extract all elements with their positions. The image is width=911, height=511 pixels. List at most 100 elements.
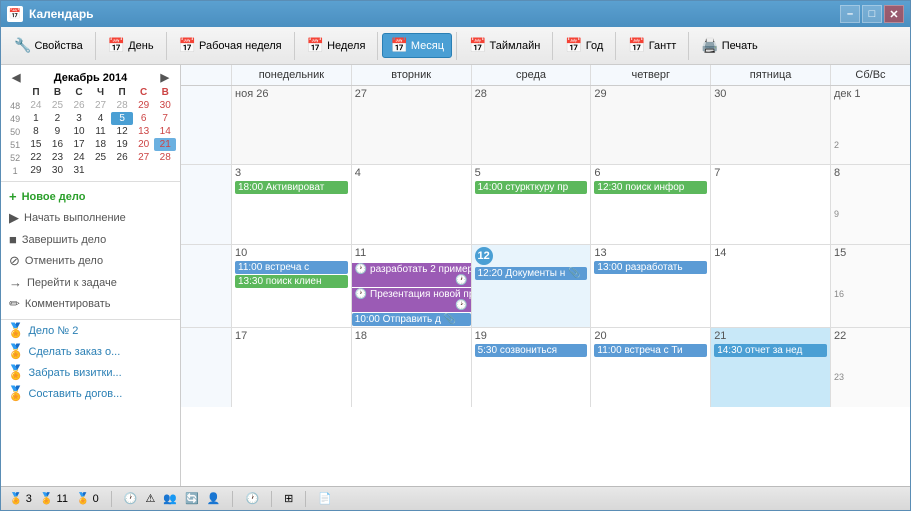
cal-day-8-9[interactable]: 8 9 (830, 165, 910, 243)
mini-day[interactable]: 25 (47, 99, 69, 112)
week-button[interactable]: 📅 Неделя (299, 33, 374, 58)
cal-day-22-23[interactable]: 22 23 (830, 328, 910, 407)
cal-day-21[interactable]: 21 14:30 отчет за нед (710, 328, 830, 407)
mini-day[interactable]: 10 (68, 125, 90, 138)
year-button[interactable]: 📅 Год (557, 33, 611, 58)
next-month-button[interactable]: ▶ (158, 71, 172, 84)
mini-day[interactable]: 15 (25, 138, 47, 151)
mini-day[interactable]: 3 (68, 112, 90, 125)
workweek-button[interactable]: 📅 Рабочая неделя (171, 33, 290, 58)
mini-day[interactable]: 24 (25, 99, 47, 112)
task-item-1[interactable]: 🏅 Дело № 2 (1, 320, 180, 341)
mini-day[interactable]: 20 (133, 138, 155, 151)
mini-day[interactable]: 28 (111, 99, 133, 112)
cal-event[interactable]: 11:00 встреча с Ти (594, 344, 707, 357)
cal-day-5[interactable]: 5 14:00 стуркткуру пр (471, 165, 591, 243)
mini-day[interactable]: 22 (25, 151, 47, 164)
cal-day-nov26[interactable]: ноя 26 (231, 86, 351, 164)
mini-day[interactable]: 9 (47, 125, 69, 138)
cal-day-nov30[interactable]: 30 (710, 86, 830, 164)
cal-day-14[interactable]: 14 (710, 245, 830, 327)
mini-day[interactable]: 26 (68, 99, 90, 112)
mini-day[interactable] (90, 164, 112, 177)
mini-day[interactable]: 4 (90, 112, 112, 125)
cal-event[interactable]: 10:00 Отправить д 📎 (352, 313, 471, 326)
cal-event[interactable]: 13:30 поиск клиен (235, 275, 348, 288)
cal-day-19[interactable]: 19 5:30 созвониться (471, 328, 591, 407)
cal-event[interactable]: 18:00 Активироват (235, 181, 348, 194)
cal-day-nov28[interactable]: 28 (471, 86, 591, 164)
mini-day[interactable]: 2 (47, 112, 69, 125)
mini-day[interactable]: 16 (47, 138, 69, 151)
mini-day[interactable]: 30 (154, 99, 176, 112)
cal-day-15-16[interactable]: 15 16 (830, 245, 910, 327)
cal-event[interactable]: 5:30 созвониться (475, 344, 588, 357)
print-button[interactable]: 🖨️ Печать (693, 33, 765, 58)
timeline-button[interactable]: 📅 Таймлайн (461, 33, 548, 58)
mini-day[interactable]: 29 (25, 164, 47, 177)
cal-day-nov29[interactable]: 29 (590, 86, 710, 164)
mini-day[interactable]: 7 (154, 112, 176, 125)
mini-day[interactable]: 27 (90, 99, 112, 112)
mini-day[interactable]: 11 (90, 125, 112, 138)
minimize-button[interactable]: – (840, 5, 860, 23)
mini-day[interactable]: 18 (90, 138, 112, 151)
mini-day[interactable]: 19 (111, 138, 133, 151)
mini-day[interactable]: 30 (47, 164, 69, 177)
mini-day[interactable]: 27 (133, 151, 155, 164)
cal-event-multi-1[interactable]: 🕐 разработать 2 примера дизайна 🕐 (352, 263, 471, 287)
mini-day[interactable] (111, 164, 133, 177)
mini-day[interactable]: 26 (111, 151, 133, 164)
mini-day[interactable]: 24 (68, 151, 90, 164)
cal-event[interactable]: 14:00 стуркткуру пр (475, 181, 588, 194)
task-item-3[interactable]: 🏅 Забрать визитки... (1, 362, 180, 383)
cal-day-18[interactable]: 18 (351, 328, 471, 407)
mini-day[interactable]: 28 (154, 151, 176, 164)
cal-day-4[interactable]: 4 (351, 165, 471, 243)
mini-day[interactable]: 8 (25, 125, 47, 138)
cal-day-11[interactable]: 11 🕐 разработать 2 примера дизайна 🕐 🕐 П… (351, 245, 471, 327)
mini-day-selected[interactable]: 21 (154, 138, 176, 151)
cal-event[interactable]: 12:20 Документы н 📎 (475, 267, 588, 280)
mini-day[interactable]: 29 (133, 99, 155, 112)
mini-day[interactable]: 12 (111, 125, 133, 138)
properties-button[interactable]: 🔧 Свойства (6, 33, 91, 58)
cal-event[interactable]: 14:30 отчет за нед (714, 344, 827, 357)
day-button[interactable]: 📅 День (100, 33, 162, 58)
mini-day[interactable]: 31 (68, 164, 90, 177)
mini-day[interactable] (154, 164, 176, 177)
mini-day[interactable]: 6 (133, 112, 155, 125)
task-item-2[interactable]: 🏅 Сделать заказ о... (1, 341, 180, 362)
month-button[interactable]: 📅 Месяц (382, 33, 452, 58)
cal-day-7[interactable]: 7 (710, 165, 830, 243)
new-task-action[interactable]: + Новое дело (5, 186, 176, 207)
mini-day[interactable]: 25 (90, 151, 112, 164)
cal-day-13[interactable]: 13 13:00 разработать (590, 245, 710, 327)
close-button[interactable]: ✕ (884, 5, 904, 23)
cal-event[interactable]: 11:00 встреча с (235, 261, 348, 274)
gantt-button[interactable]: 📅 Гантт (620, 33, 684, 58)
cal-day-12[interactable]: 12 12:20 Документы н 📎 (471, 245, 591, 327)
mini-day[interactable] (133, 164, 155, 177)
cal-day-nov27[interactable]: 27 (351, 86, 471, 164)
cancel-action[interactable]: ⊘ Отменить дело (5, 250, 176, 272)
cal-day-6[interactable]: 6 12:30 поиск инфор (590, 165, 710, 243)
finish-action[interactable]: ■ Завершить дело (5, 229, 176, 250)
cal-event[interactable]: 13:00 разработать (594, 261, 707, 274)
cal-day-dec1[interactable]: дек 1 2 (830, 86, 910, 164)
cal-day-3[interactable]: 3 18:00 Активироват (231, 165, 351, 243)
start-action[interactable]: ▶ Начать выполнение (5, 207, 176, 229)
mini-day[interactable]: 14 (154, 125, 176, 138)
mini-day[interactable]: 17 (68, 138, 90, 151)
comment-action[interactable]: ✏ Комментировать (5, 293, 176, 315)
cal-event-multi-2[interactable]: 🕐 Презентация новой продукции 🕑 (352, 288, 471, 312)
mini-day[interactable]: 13 (133, 125, 155, 138)
goto-action[interactable]: → Перейти к задаче (5, 272, 176, 293)
maximize-button[interactable]: □ (862, 5, 882, 23)
mini-day[interactable]: 23 (47, 151, 69, 164)
cal-day-10[interactable]: 10 11:00 встреча с 13:30 поиск клиен (231, 245, 351, 327)
cal-day-20[interactable]: 20 11:00 встреча с Ти (590, 328, 710, 407)
cal-day-17[interactable]: 17 (231, 328, 351, 407)
mini-day[interactable]: 1 (25, 112, 47, 125)
task-item-4[interactable]: 🏅 Составить догов... (1, 383, 180, 404)
